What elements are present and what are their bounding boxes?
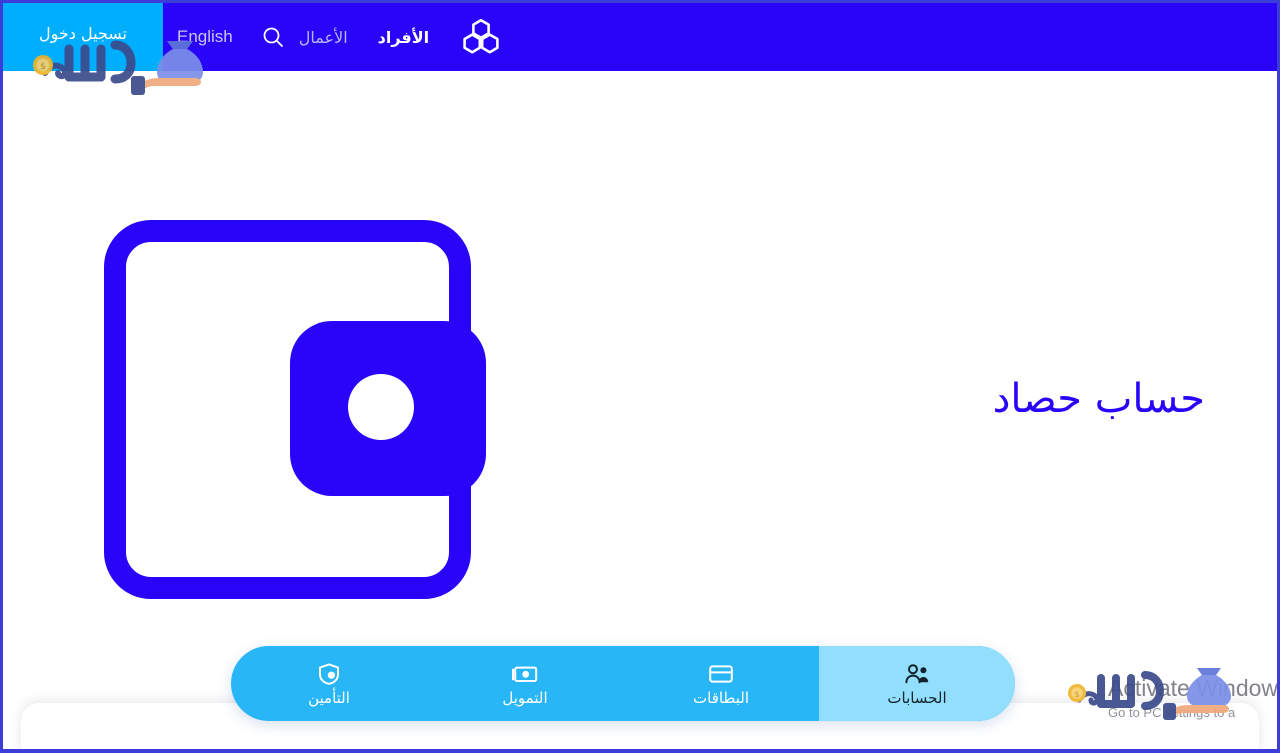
wallet-icon (104, 220, 486, 599)
site-header: الأفراد الأعمال English تسجيل دخول (3, 3, 1277, 71)
tab-accounts-label: الحسابات (887, 688, 947, 707)
tab-accounts[interactable]: الحسابات (819, 646, 1015, 721)
tab-insurance[interactable]: التأمين (231, 646, 427, 721)
tab-financing[interactable]: التمويل (427, 646, 623, 721)
tab-cards-label: البطاقات (693, 688, 750, 707)
nav-item-individuals[interactable]: الأفراد (378, 28, 430, 47)
banknote-icon (511, 661, 539, 687)
alrajhi-logo[interactable] (459, 17, 503, 57)
page-frame: الأفراد الأعمال English تسجيل دخول حساب … (0, 0, 1280, 753)
category-tabbar: الحسابات البطاقات التمويل التأمين (231, 646, 1015, 721)
login-button[interactable]: تسجيل دخول (3, 3, 163, 71)
tab-cards[interactable]: البطاقات (623, 646, 819, 721)
header-right-cluster: الأفراد الأعمال (299, 3, 527, 71)
nav-item-business[interactable]: الأعمال (299, 28, 348, 47)
bottom-navigation: الحسابات البطاقات التمويل التأمين (3, 644, 1277, 749)
search-icon (263, 27, 283, 47)
language-switch-button[interactable]: English (163, 3, 247, 71)
credit-card-icon (708, 661, 734, 687)
tab-insurance-label: التأمين (308, 688, 350, 707)
alrajhi-trefoil-logo-icon (463, 18, 499, 54)
page-title: حساب حصاد (992, 376, 1205, 422)
hero-section: حساب حصاد (3, 71, 1277, 651)
shield-lock-icon (317, 661, 341, 687)
tab-financing-label: التمويل (502, 688, 548, 707)
hero-illustration (104, 217, 489, 602)
search-button[interactable] (247, 3, 299, 71)
people-group-icon (904, 661, 930, 687)
header-left-cluster: English تسجيل دخول (3, 3, 299, 71)
